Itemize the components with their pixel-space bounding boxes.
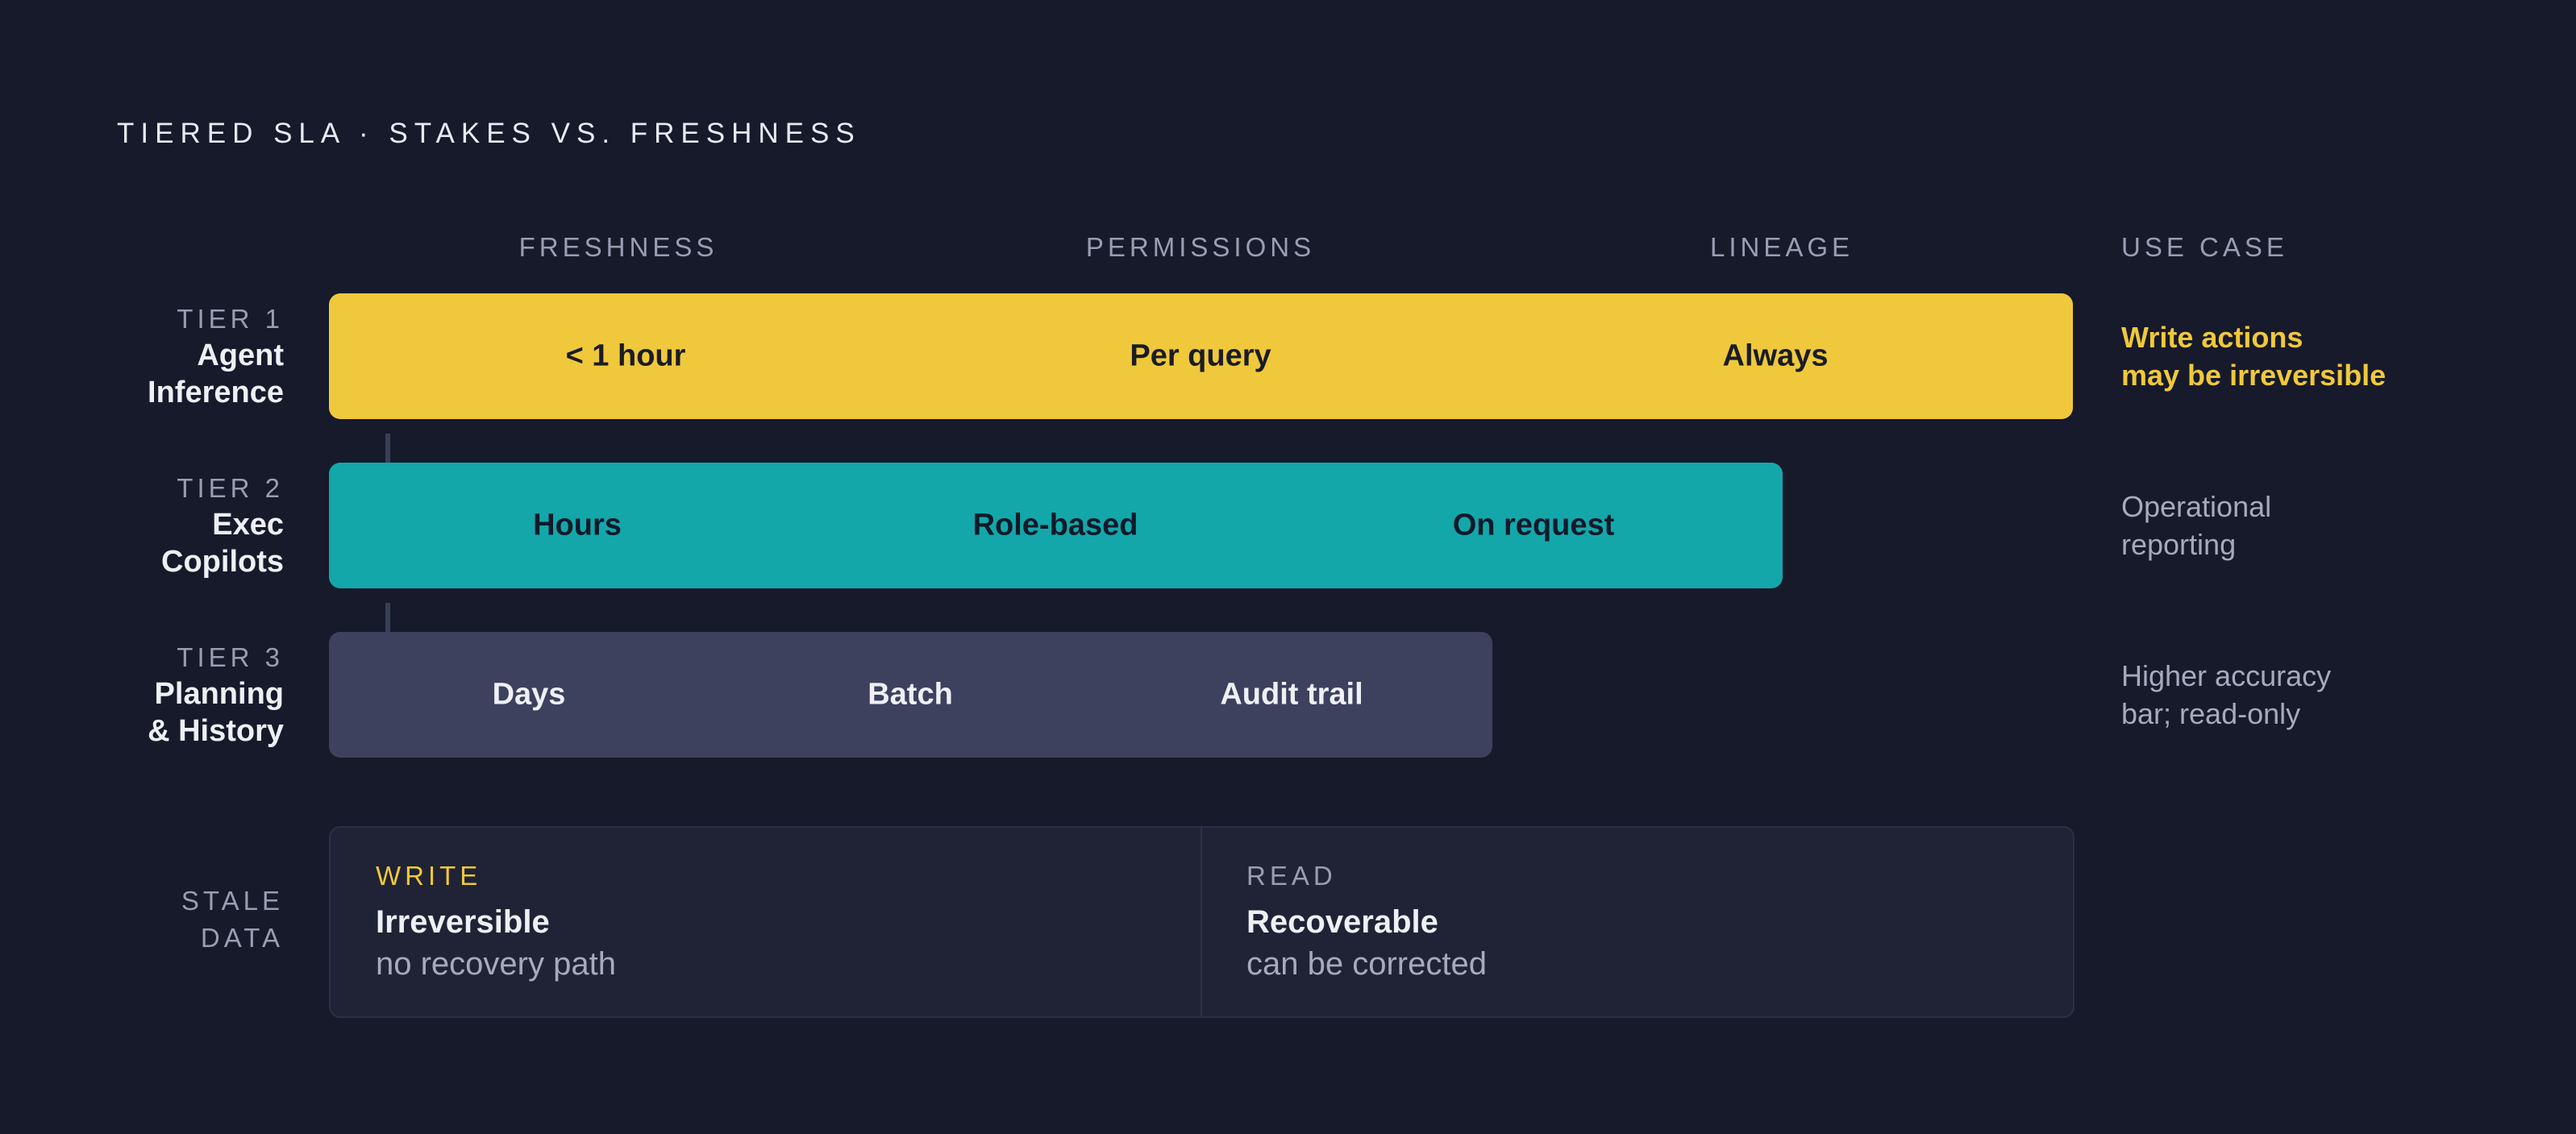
- tier-3-use-case-line2: bar; read-only: [2121, 697, 2301, 730]
- column-header-use-case: USE CASE: [2121, 232, 2288, 262]
- tier-1-lineage: Always: [1722, 339, 1829, 373]
- tier-2-use-case-line2: reporting: [2121, 528, 2237, 561]
- tier-3-freshness: Days: [492, 677, 566, 712]
- tier-2-use-case-line1: Operational: [2121, 490, 2272, 523]
- column-header-lineage: LINEAGE: [1709, 232, 1854, 262]
- tier-2-use-case: Operational reporting: [2121, 488, 2271, 563]
- tier-2-label: TIER 2 Exec Copilots: [161, 471, 284, 580]
- tier-3-name-line1: Planning: [154, 677, 284, 711]
- stale-write-desc: no recovery path: [376, 946, 616, 982]
- tier-3-lineage: Audit trail: [1220, 677, 1363, 712]
- tier-2-bar: Hours Role-based On request: [329, 463, 1783, 588]
- tier-connector-1-2: [385, 434, 390, 463]
- tier-2-name-line2: Copilots: [161, 545, 284, 579]
- tier-1-name-line2: Inference: [148, 376, 284, 409]
- column-header-freshness: FRESHNESS: [518, 232, 718, 262]
- stale-write-title: Irreversible: [376, 904, 550, 940]
- tier-1-use-case-line2: may be irreversible: [2121, 359, 2387, 392]
- tier-2-permissions: Role-based: [972, 508, 1138, 542]
- tier-2-lineage: On request: [1452, 508, 1615, 542]
- stale-write-label: WRITE: [376, 861, 482, 891]
- tier-3-permissions: Batch: [868, 677, 953, 712]
- stale-read-label: READ: [1246, 861, 1337, 891]
- column-header-permissions: PERMISSIONS: [1085, 232, 1316, 262]
- panel-divider: [1201, 828, 1202, 1016]
- tier-3-use-case: Higher accuracy bar; read-only: [2121, 657, 2331, 733]
- tier-1-number: TIER 1: [177, 304, 284, 334]
- tier-3-use-case-line1: Higher accuracy: [2121, 659, 2332, 692]
- tier-1-label: TIER 1 Agent Inference: [148, 301, 284, 411]
- stale-data-panel: WRITE Irreversible no recovery path READ…: [329, 826, 2075, 1018]
- tier-1-use-case-line1: Write actions: [2121, 321, 2303, 354]
- stale-read-column: READ Recoverable can be corrected: [1246, 858, 1487, 984]
- tier-2-name-line1: Exec: [212, 508, 284, 542]
- stale-data-label-line2: DATA: [200, 923, 284, 953]
- tier-3-label: TIER 3 Planning & History: [148, 640, 284, 750]
- tier-1-name-line1: Agent: [197, 339, 284, 372]
- tier-1-bar: < 1 hour Per query Always: [329, 293, 2073, 419]
- tier-3-name-line2: & History: [148, 714, 284, 748]
- tier-2-freshness: Hours: [533, 508, 622, 542]
- tier-3-number: TIER 3: [177, 642, 284, 672]
- stale-data-label: STALE DATA: [181, 883, 284, 957]
- tier-1-freshness: < 1 hour: [565, 339, 686, 373]
- stale-data-label-line1: STALE: [181, 886, 284, 916]
- page-title: TIERED SLA · STAKES VS. FRESHNESS: [117, 118, 861, 149]
- tier-3-bar: Days Batch Audit trail: [329, 632, 1492, 758]
- stale-read-desc: can be corrected: [1246, 946, 1487, 982]
- tier-connector-2-3: [385, 603, 390, 632]
- tier-1-permissions: Per query: [1130, 339, 1271, 373]
- tier-2-number: TIER 2: [177, 473, 284, 503]
- stale-read-title: Recoverable: [1246, 904, 1438, 940]
- stale-write-column: WRITE Irreversible no recovery path: [376, 858, 616, 984]
- tier-1-use-case: Write actions may be irreversible: [2121, 318, 2386, 394]
